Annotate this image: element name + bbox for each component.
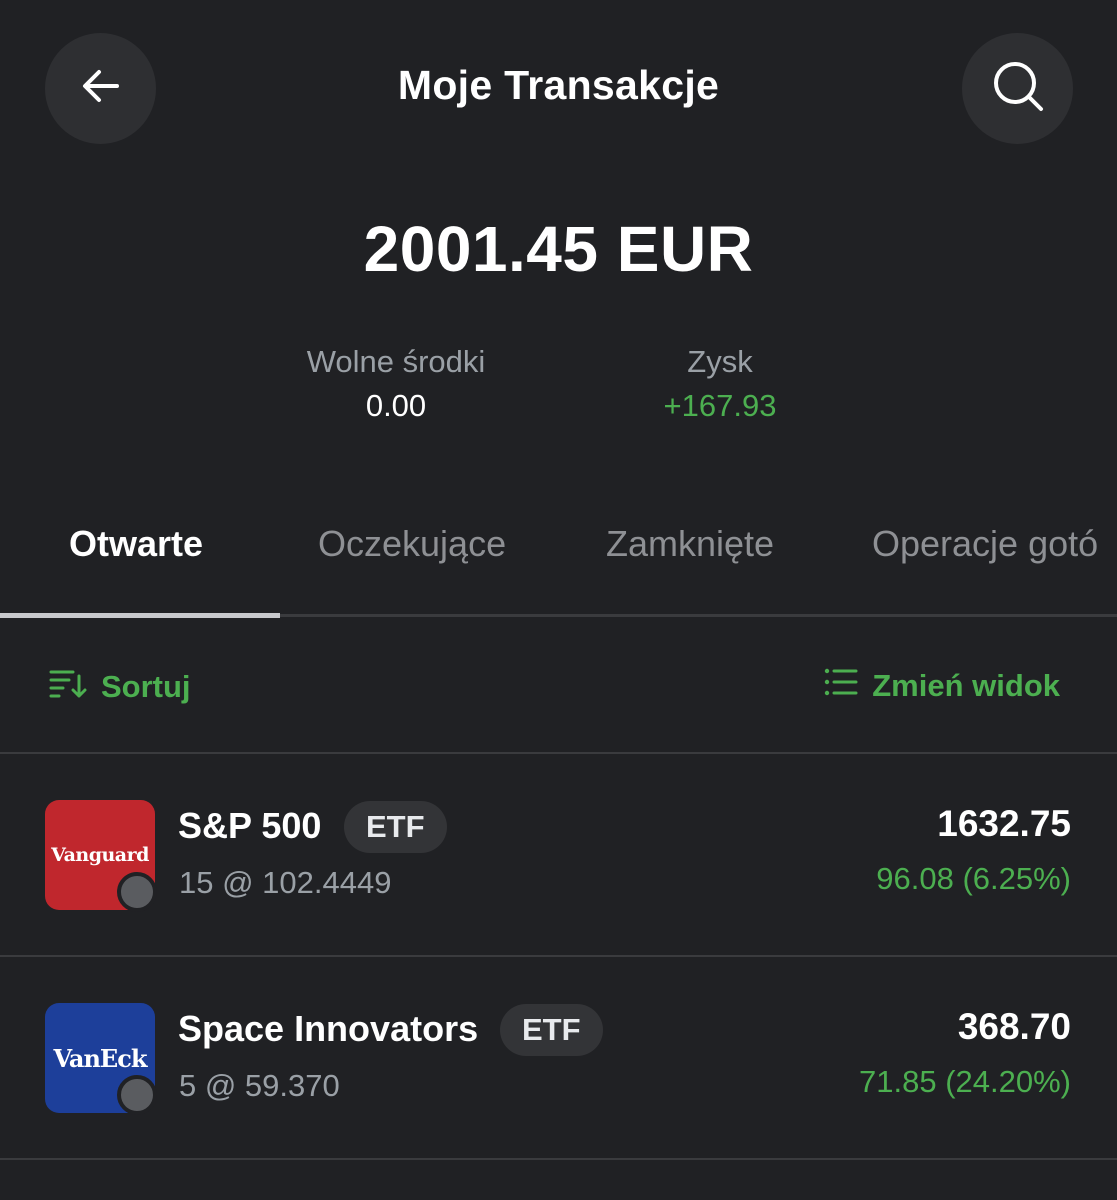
vanguard-logo: Vanguard <box>45 800 157 912</box>
profit-label: Zysk <box>687 344 753 379</box>
profit-value: +167.93 <box>663 388 777 423</box>
instrument-type-badge: ETF <box>500 1004 603 1056</box>
tab-cash-operations[interactable]: Operacje gotó <box>872 523 1098 565</box>
active-tab-indicator <box>0 613 280 618</box>
sort-button[interactable]: Sortuj <box>49 668 191 706</box>
search-button[interactable] <box>962 33 1073 144</box>
status-dot <box>117 1075 157 1115</box>
sort-label: Sortuj <box>101 669 191 704</box>
sort-icon <box>49 668 101 706</box>
quantity-price: 15 @ 102.4449 <box>179 865 392 900</box>
search-icon <box>991 59 1045 118</box>
transaction-tabs: Otwarte Oczekujące Zamknięte Operacje go… <box>0 500 1117 618</box>
position-row[interactable]: Vanguard S&P 500 ETF 15 @ 102.4449 1632.… <box>0 753 1117 953</box>
tab-closed[interactable]: Zamknięte <box>606 523 774 565</box>
page-title: Moje Transakcje <box>397 62 720 108</box>
position-profit: 96.08 (6.25%) <box>876 861 1071 896</box>
instrument-name: S&P 500 <box>178 805 322 846</box>
list-divider <box>0 1158 1117 1160</box>
instrument-type-badge: ETF <box>344 801 447 853</box>
instrument-name: Space Innovators <box>178 1008 479 1049</box>
portfolio-total: 2001.45 EUR <box>363 213 754 285</box>
change-view-label: Zmień widok <box>872 668 1060 703</box>
logo-text: VanEck <box>53 1043 148 1073</box>
quantity-price: 5 @ 59.370 <box>179 1068 340 1103</box>
free-funds-value: 0.00 <box>365 388 427 423</box>
list-view-icon <box>824 668 872 704</box>
vaneck-logo: VanEck <box>45 1003 157 1115</box>
free-funds-stat: Wolne środki 0.00 <box>270 340 522 428</box>
free-funds-label: Wolne środki <box>306 344 486 379</box>
position-value: 1632.75 <box>937 803 1071 844</box>
position-profit: 71.85 (24.20%) <box>859 1064 1071 1099</box>
position-row[interactable]: VanEck Space Innovators ETF 5 @ 59.370 3… <box>0 956 1117 1156</box>
logo-text: Vanguard <box>51 844 149 866</box>
change-view-button[interactable]: Zmień widok <box>824 668 1060 704</box>
tab-pending[interactable]: Oczekujące <box>318 523 506 565</box>
tab-open[interactable]: Otwarte <box>69 523 203 565</box>
profit-stat: Zysk +167.93 <box>600 340 840 428</box>
status-dot <box>117 872 157 912</box>
position-value: 368.70 <box>957 1006 1071 1047</box>
